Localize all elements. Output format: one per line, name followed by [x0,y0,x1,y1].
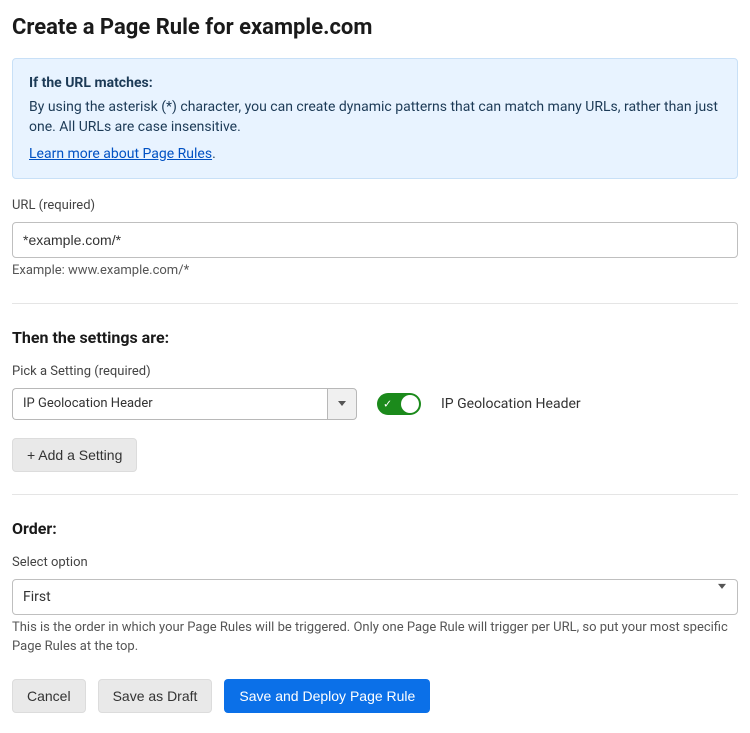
url-input[interactable] [12,222,738,258]
order-helper: This is the order in which your Page Rul… [12,619,738,657]
setting-select-button[interactable] [327,388,357,420]
info-body: By using the asterisk (*) character, you… [29,97,721,138]
pick-setting-label: Pick a Setting (required) [12,363,738,382]
order-heading: Order: [12,517,738,540]
order-select[interactable]: First [12,579,738,615]
info-title: If the URL matches: [29,73,721,93]
settings-heading: Then the settings are: [12,326,738,349]
add-setting-button[interactable]: + Add a Setting [12,438,137,472]
setting-select[interactable]: IP Geolocation Header [12,388,357,420]
save-draft-button[interactable]: Save as Draft [98,679,213,713]
footer-buttons: Cancel Save as Draft Save and Deploy Pag… [12,679,738,713]
divider [12,494,738,495]
info-box: If the URL matches: By using the asteris… [12,58,738,179]
check-icon: ✓ [383,398,392,409]
toggle-knob [401,395,419,413]
url-label: URL (required) [12,197,738,216]
divider [12,303,738,304]
url-helper: Example: www.example.com/* [12,262,738,281]
page-title: Create a Page Rule for example.com [12,12,738,44]
cancel-button[interactable]: Cancel [12,679,86,713]
setting-select-value: IP Geolocation Header [12,388,327,420]
order-label: Select option [12,554,738,573]
info-link-suffix: . [212,146,216,162]
setting-toggle[interactable]: ✓ [377,393,421,415]
save-deploy-button[interactable]: Save and Deploy Page Rule [224,679,430,713]
setting-toggle-label: IP Geolocation Header [441,394,581,414]
chevron-down-icon [338,401,346,406]
learn-more-link[interactable]: Learn more about Page Rules [29,146,212,162]
